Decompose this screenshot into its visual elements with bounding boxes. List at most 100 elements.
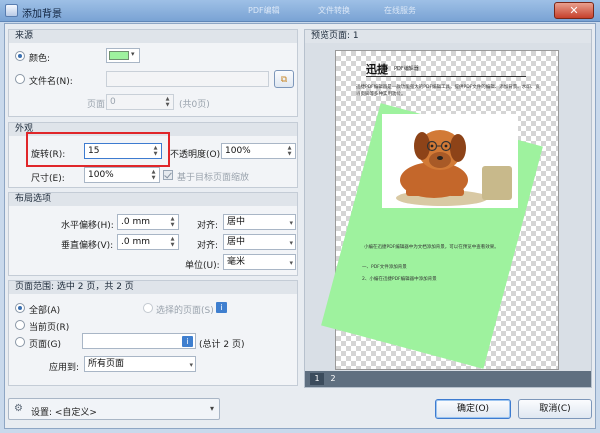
page-range-label: 页面(G) xyxy=(29,340,61,350)
h-align-label: 对齐: xyxy=(197,221,219,231)
chevron-down-icon: ▾ xyxy=(289,219,293,227)
scale-relative-label: 基于目标页面缩放 xyxy=(177,173,250,183)
scale-spinner-icon[interactable]: ▲ ▼ xyxy=(149,169,158,181)
opacity-label: 不透明度(O): xyxy=(170,150,224,160)
chevron-down-icon: ▾ xyxy=(289,239,293,247)
v-align-label: 对齐: xyxy=(197,241,219,251)
selected-pages-radio[interactable] xyxy=(143,303,153,313)
dog-image xyxy=(382,114,518,208)
opacity-value: 100% xyxy=(225,146,251,156)
doc-title: 迅捷 xyxy=(366,63,388,76)
v-align-value: 居中 xyxy=(227,237,246,247)
page-input[interactable]: 0 ▲ ▼ xyxy=(106,94,174,110)
source-group: 来源 颜色: ▾ 文件名(N): ⧉ 页面: 0 ▲ ▼ (共0页) xyxy=(8,29,298,117)
window-title: 添加背景 xyxy=(22,9,62,20)
file-radio[interactable] xyxy=(15,74,25,84)
page-label: 页面: xyxy=(87,100,109,110)
current-page-label: 当前页(R) xyxy=(29,323,70,333)
page-range-group-title: 页面范围: 选中 2 页，共 2 页 xyxy=(9,281,297,294)
v-offset-spinner-icon[interactable]: ▲ ▼ xyxy=(168,236,177,248)
h-align-select[interactable]: 居中 ▾ xyxy=(223,214,296,230)
info-icon[interactable]: i xyxy=(182,336,193,347)
apply-to-select[interactable]: 所有页面 ▾ xyxy=(84,356,196,372)
page-thumb-2[interactable]: 2 xyxy=(326,373,340,385)
bg-tab-1: PDF编辑 xyxy=(248,6,280,15)
doc-list-item: 一、PDF文件添加背景 xyxy=(362,265,407,270)
doc-caption: 小编在迅捷PDF编辑器中为文档添加背景，可以在预览中查看效果。 xyxy=(364,245,499,250)
settings-panel: 来源 颜色: ▾ 文件名(N): ⧉ 页面: 0 ▲ ▼ (共0页) 外观 旋转(… xyxy=(8,29,298,388)
ok-button[interactable]: 确定(O) xyxy=(435,399,511,419)
source-group-title: 来源 xyxy=(9,30,297,43)
app-icon xyxy=(5,4,18,17)
chevron-down-icon: ▾ xyxy=(189,361,193,369)
close-icon: ✕ xyxy=(569,4,579,17)
color-picker[interactable]: ▾ xyxy=(106,48,140,63)
page-total: (共0页) xyxy=(179,100,210,110)
color-label: 颜色: xyxy=(29,54,51,64)
layout-group: 布局选项 水平偏移(H): .0 mm ▲ ▼ 对齐: 居中 ▾ 垂直偏移(V):… xyxy=(8,192,298,276)
title-bar: 添加背景 PDF编辑 文件转换 在线服务 ✕ xyxy=(0,0,600,22)
info-icon[interactable]: i xyxy=(216,302,227,313)
v-offset-label: 垂直偏移(V): xyxy=(61,241,114,251)
h-offset-label: 水平偏移(H): xyxy=(61,221,114,231)
layout-group-title: 布局选项 xyxy=(9,193,297,206)
page-range-total: (总计 2 页) xyxy=(199,340,245,350)
dialog-body: 来源 颜色: ▾ 文件名(N): ⧉ 页面: 0 ▲ ▼ (共0页) 外观 旋转(… xyxy=(4,23,596,429)
appearance-group: 外观 旋转(R): 15 ▲ ▼ 不透明度(O): 100% ▲ ▼ 尺寸(E): … xyxy=(8,122,298,188)
opacity-input[interactable]: 100% ▲ ▼ xyxy=(221,143,296,159)
scale-label: 尺寸(E): xyxy=(31,174,65,184)
preview-panel: 预览页面: 1 迅捷 PDF编辑器 迅捷PDF编辑器是一款功能强大的PDF编辑工… xyxy=(304,29,592,388)
highlight-frame xyxy=(26,132,170,167)
preview-page: 迅捷 PDF编辑器 迅捷PDF编辑器是一款功能强大的PDF编辑工具，提供PDF文… xyxy=(321,50,559,370)
bg-tab-3: 在线服务 xyxy=(384,6,416,15)
preview-title: 预览页面: 1 xyxy=(305,30,591,43)
h-offset-value: .0 mm xyxy=(121,217,150,227)
chevron-down-icon: ▾ xyxy=(209,404,214,413)
page-spinner-icon[interactable]: ▲ ▼ xyxy=(163,96,172,108)
page-value: 0 xyxy=(110,97,116,107)
scale-relative-checkbox[interactable] xyxy=(163,170,173,180)
unit-value: 毫米 xyxy=(227,257,246,267)
footer-bar: ⚙ 设置: <自定义> ▾ 确定(O) 取消(C) xyxy=(8,396,592,424)
doc-list-item: 2、小编在迅捷PDF编辑器中添加背景 xyxy=(362,277,437,282)
chevron-down-icon: ▾ xyxy=(131,50,135,58)
unit-select[interactable]: 毫米 ▾ xyxy=(223,254,296,270)
v-offset-input[interactable]: .0 mm ▲ ▼ xyxy=(117,234,179,250)
color-radio[interactable] xyxy=(15,51,25,61)
all-pages-label: 全部(A) xyxy=(29,306,61,316)
page-thumb-1[interactable]: 1 xyxy=(310,373,324,385)
apply-to-label: 应用到: xyxy=(49,363,80,373)
file-label: 文件名(N): xyxy=(29,77,73,87)
close-button[interactable]: ✕ xyxy=(554,2,594,19)
page-range-group: 页面范围: 选中 2 页，共 2 页 全部(A) 选择的页面(S) i 当前页(… xyxy=(8,280,298,386)
browse-button[interactable]: ⧉ xyxy=(274,70,294,88)
h-align-value: 居中 xyxy=(227,217,246,227)
h-offset-spinner-icon[interactable]: ▲ ▼ xyxy=(168,216,177,228)
h-offset-input[interactable]: .0 mm ▲ ▼ xyxy=(117,214,179,230)
unit-label: 单位(U): xyxy=(185,261,220,271)
all-pages-radio[interactable] xyxy=(15,303,25,313)
apply-to-value: 所有页面 xyxy=(88,359,125,369)
gear-icon: ⚙ xyxy=(14,403,23,414)
dog-illustration xyxy=(396,130,512,206)
settings-label: 设置: <自定义> xyxy=(31,408,97,418)
page-range-input[interactable] xyxy=(82,333,196,349)
color-swatch xyxy=(109,51,129,60)
page-range-radio[interactable] xyxy=(15,337,25,347)
opacity-spinner-icon[interactable]: ▲ ▼ xyxy=(285,145,294,157)
selected-pages-label: 选择的页面(S) xyxy=(156,306,214,316)
browse-icon: ⧉ xyxy=(280,75,288,85)
settings-dropdown[interactable]: ⚙ 设置: <自定义> ▾ xyxy=(8,398,220,420)
scale-input[interactable]: 100% ▲ ▼ xyxy=(84,167,160,183)
scale-value: 100% xyxy=(88,170,114,180)
page-strip: 1 2 xyxy=(305,371,591,387)
cancel-button[interactable]: 取消(C) xyxy=(518,399,592,419)
v-offset-value: .0 mm xyxy=(121,237,150,247)
file-name-input[interactable] xyxy=(106,71,269,87)
doc-subtitle: PDF编辑器 xyxy=(394,66,419,72)
v-align-select[interactable]: 居中 ▾ xyxy=(223,234,296,250)
doc-body: 迅捷PDF编辑器是一款功能强大的PDF编辑工具，提供PDF文件的编辑、添加背景、… xyxy=(356,85,540,97)
current-page-radio[interactable] xyxy=(15,320,25,330)
doc-rule xyxy=(366,76,526,77)
bg-tab-2: 文件转换 xyxy=(318,6,350,15)
